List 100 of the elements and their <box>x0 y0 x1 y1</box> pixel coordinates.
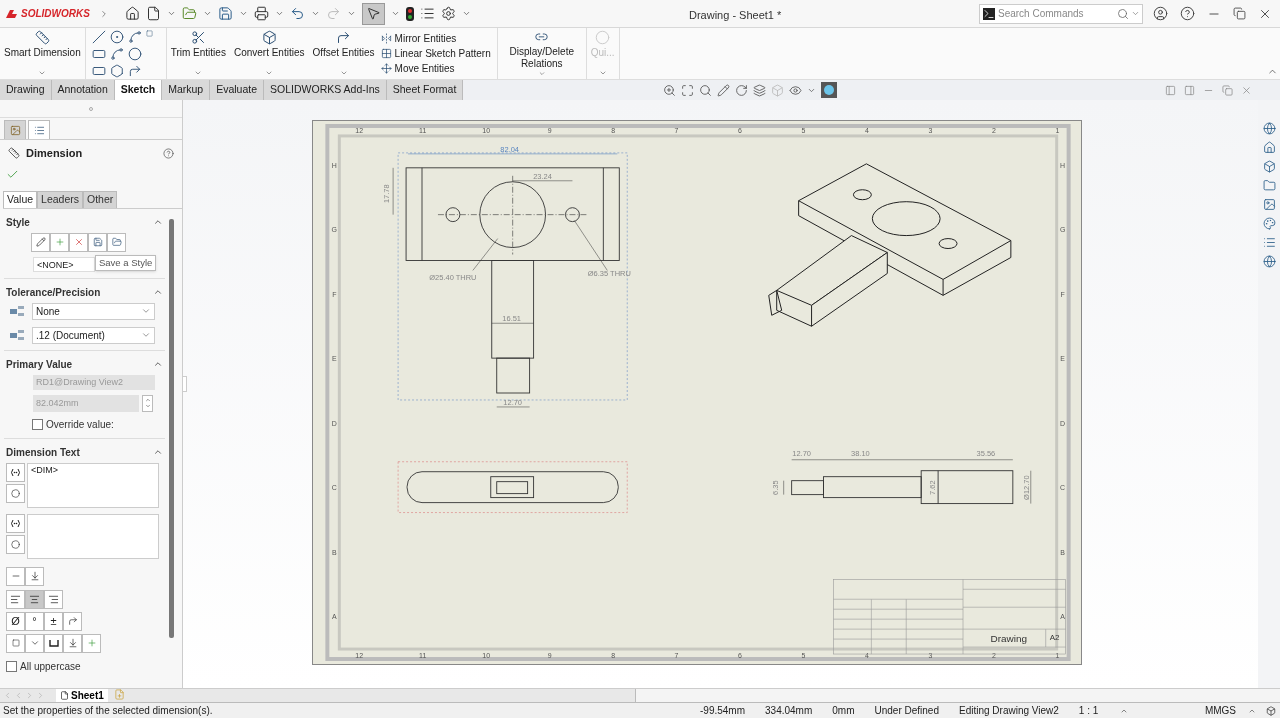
slot-icon[interactable] <box>91 64 106 78</box>
circle-icon[interactable] <box>109 30 124 44</box>
counterbore-button[interactable] <box>44 633 63 653</box>
palette-icon[interactable] <box>1262 217 1276 230</box>
square-button[interactable] <box>6 633 25 653</box>
ribbon-command[interactable]: Move Entities <box>380 61 491 76</box>
collapse-icon[interactable] <box>153 287 163 297</box>
style-dropdown[interactable]: <NONE> <box>33 256 95 272</box>
ribbon-command[interactable]: Offset Entities <box>308 28 379 79</box>
save-style-button[interactable] <box>88 232 107 252</box>
checkbox[interactable] <box>32 418 43 430</box>
dropdown[interactable]: .12 (Document) <box>32 326 155 344</box>
rectangle-icon[interactable] <box>91 47 106 61</box>
caret-icon[interactable] <box>537 69 546 77</box>
manager-tab[interactable] <box>28 120 50 139</box>
ellipse-icon[interactable] <box>127 47 142 61</box>
ribbon-command[interactable]: Trim Entities <box>166 28 230 79</box>
globe-icon[interactable] <box>1262 122 1276 135</box>
redo-icon[interactable] <box>326 6 341 21</box>
inspection-button[interactable] <box>6 483 25 503</box>
manager-tab[interactable] <box>4 120 26 139</box>
point-icon[interactable] <box>145 30 153 37</box>
ribbon-command[interactable]: Smart Dimension <box>0 28 85 79</box>
visibility-icon[interactable] <box>789 83 803 97</box>
list-icon[interactable] <box>420 6 435 21</box>
zoom-area-icon[interactable] <box>699 83 713 97</box>
load-style-button[interactable] <box>107 232 126 252</box>
layers-icon[interactable] <box>753 83 767 97</box>
caret-icon[interactable] <box>203 9 212 18</box>
tile-right-icon[interactable] <box>1184 84 1195 96</box>
tile-left-icon[interactable] <box>1165 84 1176 96</box>
restore-icon[interactable] <box>1222 84 1233 96</box>
horizontal-scrollbar[interactable] <box>634 689 1280 702</box>
ribbon-tab[interactable]: SOLIDWORKS Add-Ins <box>264 80 387 100</box>
ribbon-tab[interactable]: Evaluate <box>210 80 265 100</box>
centerline-button[interactable] <box>63 611 82 631</box>
search-field[interactable]: Search Commands <box>979 3 1143 24</box>
select-button[interactable] <box>362 2 385 25</box>
align-button[interactable] <box>44 589 63 609</box>
expand-menu-icon[interactable] <box>99 8 109 19</box>
collapse-icon[interactable] <box>153 359 163 369</box>
image-icon[interactable] <box>1262 198 1276 211</box>
ribbon-tab[interactable]: Sketch <box>114 80 163 100</box>
panel-tab[interactable]: Value <box>3 190 38 208</box>
home-icon[interactable] <box>125 6 140 21</box>
align-button[interactable] <box>6 589 25 609</box>
ribbon-command[interactable]: Display/Delete Relations <box>497 28 586 79</box>
sheet-tab[interactable]: Sheet1 <box>56 689 108 702</box>
apply-style-button[interactable] <box>31 232 50 252</box>
new-document-icon[interactable] <box>146 6 161 21</box>
ribbon-command[interactable]: Mirror Entities <box>380 31 491 46</box>
home-icon[interactable] <box>1262 141 1276 154</box>
panel-tab[interactable]: Other <box>83 190 118 208</box>
panel-tab[interactable]: Leaders <box>37 190 84 208</box>
traffic-light-icon[interactable] <box>406 6 414 21</box>
spinner[interactable] <box>142 394 153 412</box>
caret-icon[interactable] <box>339 69 348 77</box>
fillet-icon[interactable] <box>127 64 142 78</box>
side-view-drawing[interactable] <box>783 459 1031 505</box>
add-sheet-icon[interactable] <box>113 689 125 700</box>
arc-icon[interactable] <box>109 47 124 61</box>
ribbon-tab[interactable]: Drawing <box>0 80 52 100</box>
undo-icon[interactable] <box>290 6 305 21</box>
user-icon[interactable] <box>1153 6 1168 21</box>
isometric-view-drawing[interactable] <box>768 163 1012 327</box>
symbol-button[interactable]: ° <box>25 611 44 631</box>
depth-button[interactable] <box>63 633 82 653</box>
caret-icon[interactable] <box>194 69 203 77</box>
settings-icon[interactable] <box>441 6 456 21</box>
globe-icon[interactable] <box>1262 255 1276 268</box>
appearance-button[interactable] <box>821 82 838 98</box>
polygon-icon[interactable] <box>109 64 124 78</box>
top-view-drawing[interactable] <box>406 471 619 504</box>
search-input[interactable]: Search Commands <box>998 6 1117 21</box>
caret-icon[interactable] <box>167 9 176 18</box>
collapse-icon[interactable] <box>153 447 163 457</box>
zoom-fit-icon[interactable] <box>681 83 695 97</box>
more-symbols-button[interactable] <box>82 633 101 653</box>
add-parentheses-button[interactable] <box>6 513 25 533</box>
cube-icon[interactable] <box>1262 160 1276 173</box>
ribbon-tab[interactable]: Sheet Format <box>386 80 464 100</box>
rebuild-icon[interactable] <box>1266 705 1276 716</box>
panel-collapse-handle[interactable] <box>182 376 187 392</box>
symbol-button[interactable]: Ø <box>6 611 25 631</box>
dropdown[interactable]: None <box>32 302 155 320</box>
offset-text-button[interactable] <box>25 566 44 586</box>
selection-box[interactable] <box>397 461 628 513</box>
pencil-icon[interactable] <box>717 83 731 97</box>
symbol-button[interactable]: ± <box>44 611 63 631</box>
restore-icon[interactable] <box>1233 7 1246 20</box>
scrollbar[interactable] <box>169 218 174 638</box>
inspection-button[interactable] <box>6 534 25 554</box>
dimension-text-area[interactable]: <DIM> <box>27 462 159 508</box>
zoom-icon[interactable] <box>663 83 677 97</box>
units-selector[interactable]: MMGS <box>1204 703 1236 718</box>
caret-icon[interactable] <box>311 9 320 18</box>
ribbon-command[interactable]: Convert Entities <box>229 28 309 79</box>
ribbon-command[interactable]: Linear Sketch Pattern <box>380 46 491 61</box>
line-icon[interactable] <box>91 30 106 44</box>
align-button[interactable] <box>25 589 44 609</box>
